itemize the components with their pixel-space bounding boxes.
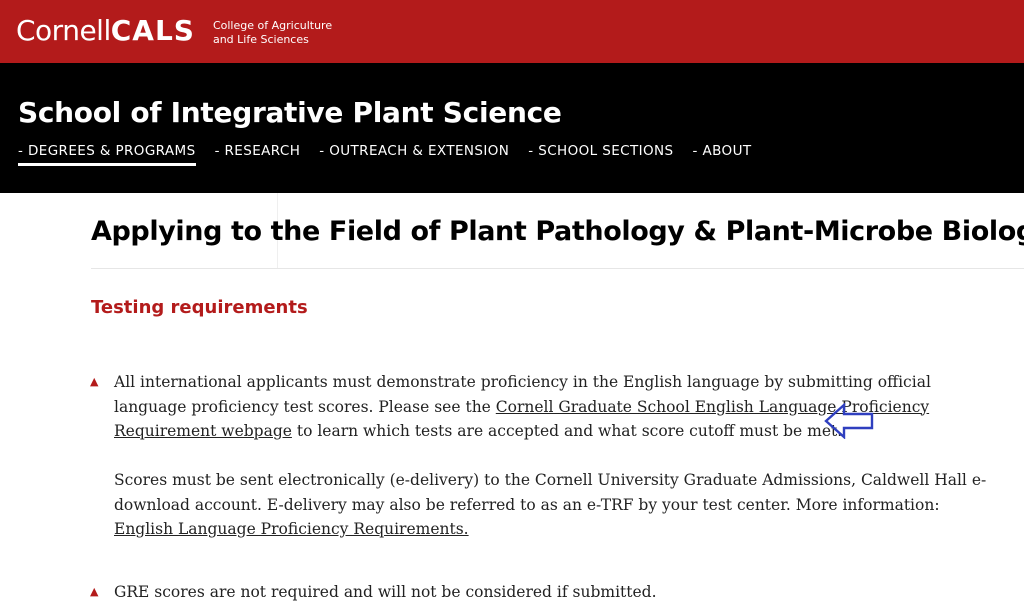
bullet-gre-scores: GRE scores are not required and will not… [114, 583, 657, 601]
site-title[interactable]: School of Integrative Plant Science [18, 96, 562, 129]
section-heading-testing: Testing requirements [91, 297, 308, 318]
title-divider [91, 268, 1024, 269]
page-title: Applying to the Field of Plant Pathology… [91, 216, 1024, 247]
scores-edelivery-paragraph: Scores must be sent electronically (e-de… [114, 468, 989, 542]
nav-research[interactable]: - RESEARCH [215, 143, 301, 166]
followup-text: Scores must be sent electronically (e-de… [114, 471, 987, 514]
logo-subtitle: College of Agriculture and Life Sciences [213, 19, 332, 47]
cornell-cals-logo[interactable]: Cornell CALS College of Agriculture and … [16, 14, 332, 48]
nav-school-sections[interactable]: - SCHOOL SECTIONS [528, 143, 673, 166]
logo-cals-text: CALS [110, 14, 195, 47]
left-arrow-annotation-icon [824, 403, 874, 439]
triangle-bullet-icon: ▲ [90, 375, 99, 388]
logo-cornell-text: Cornell [16, 14, 111, 47]
nav-about[interactable]: - ABOUT [693, 143, 752, 166]
nav-outreach-extension[interactable]: - OUTREACH & EXTENSION [319, 143, 509, 166]
logo-subtitle-line1: College of Agriculture [212, 19, 333, 32]
bullet1-text-after: to learn which tests are accepted and wh… [291, 422, 843, 440]
nav-degrees-programs[interactable]: - DEGREES & PROGRAMS [18, 143, 196, 166]
triangle-bullet-icon: ▲ [90, 585, 99, 598]
elp-requirements-link[interactable]: English Language Proficiency Requirement… [114, 520, 469, 538]
main-nav: - DEGREES & PROGRAMS - RESEARCH - OUTREA… [18, 143, 771, 166]
cals-header-bar: Cornell CALS College of Agriculture and … [0, 0, 1024, 63]
logo-subtitle-line2: and Life Sciences [212, 33, 309, 46]
